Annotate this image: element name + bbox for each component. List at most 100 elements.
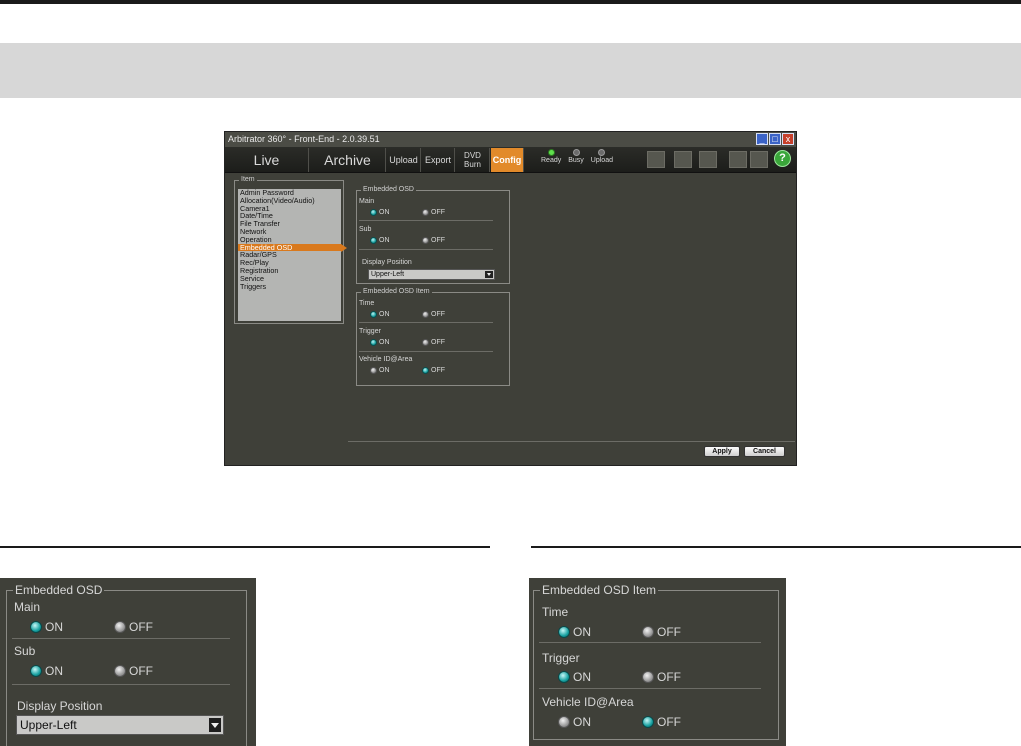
radio-selected-icon [30,665,42,677]
sub-off-radio[interactable]: OFF [114,664,153,678]
radio-unselected-icon [370,367,377,374]
help-icon[interactable]: ? [774,150,791,167]
status-ready: Ready [541,149,561,164]
live-tab[interactable]: Live [225,148,309,172]
time-off-radio[interactable]: OFF [642,625,681,639]
apply-button[interactable]: Apply [704,446,740,457]
embedded-osd-item-group: Embedded OSD Item Time ON OFF Trigger ON… [356,287,510,386]
main-on-radio[interactable]: ON [370,208,390,217]
display-position-label: Display Position [17,699,103,713]
monitor-icon[interactable] [647,151,665,168]
trigger-on-radio[interactable]: ON [370,338,390,347]
main-off-radio[interactable]: OFF [114,620,153,634]
time-off-radio[interactable]: OFF [422,310,445,319]
display-position-select[interactable]: Upper-Left [368,269,495,280]
radio-unselected-icon [422,311,429,318]
status-upload: Upload [591,149,613,164]
display-position-label: Display Position [362,259,412,266]
radio-unselected-icon [422,339,429,346]
item-group: Item Admin Password Allocation(Video/Aud… [234,175,347,324]
window-title: Arbitrator 360° - Front-End - 2.0.39.51 [228,134,380,144]
trigger-off-radio[interactable]: OFF [422,338,445,347]
radio-unselected-icon [114,665,126,677]
radio-selected-icon [370,209,377,216]
busy-led-icon [572,149,580,156]
sub-label: Sub [14,644,36,658]
radio-unselected-icon [642,626,654,638]
divider [359,249,493,250]
vehicle-on-radio[interactable]: ON [558,715,591,729]
vehicle-label: Vehicle ID@Area [542,695,634,709]
radio-unselected-icon [422,209,429,216]
sub-on-radio[interactable]: ON [370,236,390,245]
window-titlebar: Arbitrator 360° - Front-End - 2.0.39.51 … [225,132,796,147]
cancel-button[interactable]: Cancel [744,446,785,457]
layout-icon[interactable] [699,151,717,168]
divider [539,688,761,689]
item-legend: Item [239,175,257,185]
embedded-osd-zoom-panel: Embedded OSD Main ON OFF Sub ON OFF Disp… [0,578,256,746]
embedded-osd-item-legend: Embedded OSD Item [361,287,432,297]
radio-selected-icon [422,367,429,374]
ready-led-icon [547,149,555,156]
header-band [0,43,1021,98]
radio-unselected-icon [422,237,429,244]
radio-selected-icon [370,237,377,244]
main-off-radio[interactable]: OFF [422,208,445,217]
item-list[interactable]: Admin Password Allocation(Video/Audio) C… [238,189,347,321]
radio-selected-icon [370,339,377,346]
vehicle-off-radio[interactable]: OFF [422,366,445,375]
dvd-burn-label-line1: DVD [464,151,481,160]
main-label: Main [359,198,375,205]
chevron-down-icon [485,271,493,278]
config-tab[interactable]: Config [491,148,524,172]
divider [359,220,493,221]
maximize-button[interactable]: □ [769,133,781,145]
divider [12,684,230,685]
vehicle-label: Vehicle ID@Area [359,356,413,363]
radio-unselected-icon [558,716,570,728]
radio-selected-icon [642,716,654,728]
main-label: Main [14,600,41,614]
vehicle-off-radio[interactable]: OFF [642,715,681,729]
sub-on-radio[interactable]: ON [30,664,63,678]
trigger-on-radio[interactable]: ON [558,670,591,684]
trigger-label: Trigger [359,328,381,335]
divider [359,322,493,323]
trigger-label: Trigger [542,651,580,665]
main-on-radio[interactable]: ON [30,620,63,634]
status-busy: Busy [568,149,584,164]
top-rule [0,0,1021,4]
main-navbar: Live Archive Upload Export DVD Burn Conf… [225,147,796,173]
dvd-burn-tab[interactable]: DVD Burn [456,148,490,172]
lock-icon[interactable] [674,151,692,168]
archive-tab[interactable]: Archive [310,148,386,172]
upload-tab[interactable]: Upload [387,148,421,172]
export-tab[interactable]: Export [422,148,455,172]
radio-selected-icon [558,671,570,683]
embedded-osd-zoom-legend: Embedded OSD [13,582,105,598]
sub-label: Sub [359,226,372,233]
close-button[interactable]: x [782,133,794,145]
sub-off-radio[interactable]: OFF [422,236,445,245]
time-on-radio[interactable]: ON [370,310,390,319]
footer-divider [348,441,795,442]
time-on-radio[interactable]: ON [558,625,591,639]
trigger-off-radio[interactable]: OFF [642,670,681,684]
embedded-osd-group: Embedded OSD Main ON OFF Sub ON OFF Disp… [356,185,510,284]
user-icon[interactable] [729,151,747,168]
embedded-osd-item-zoom-legend: Embedded OSD Item [540,582,659,598]
time-label: Time [359,300,375,307]
radio-selected-icon [370,311,377,318]
embedded-osd-item-zoom-panel: Embedded OSD Item Time ON OFF Trigger ON… [529,578,786,746]
dvd-burn-label-line2: Burn [464,160,481,169]
radio-selected-icon [30,621,42,633]
list-item[interactable]: Triggers [238,282,341,291]
display-position-select[interactable]: Upper-Left [16,715,224,735]
divider [359,351,493,352]
radio-unselected-icon [114,621,126,633]
radio-selected-icon [558,626,570,638]
vehicle-on-radio[interactable]: ON [370,366,390,375]
settings-icon[interactable] [750,151,768,168]
minimize-button[interactable]: _ [756,133,768,145]
